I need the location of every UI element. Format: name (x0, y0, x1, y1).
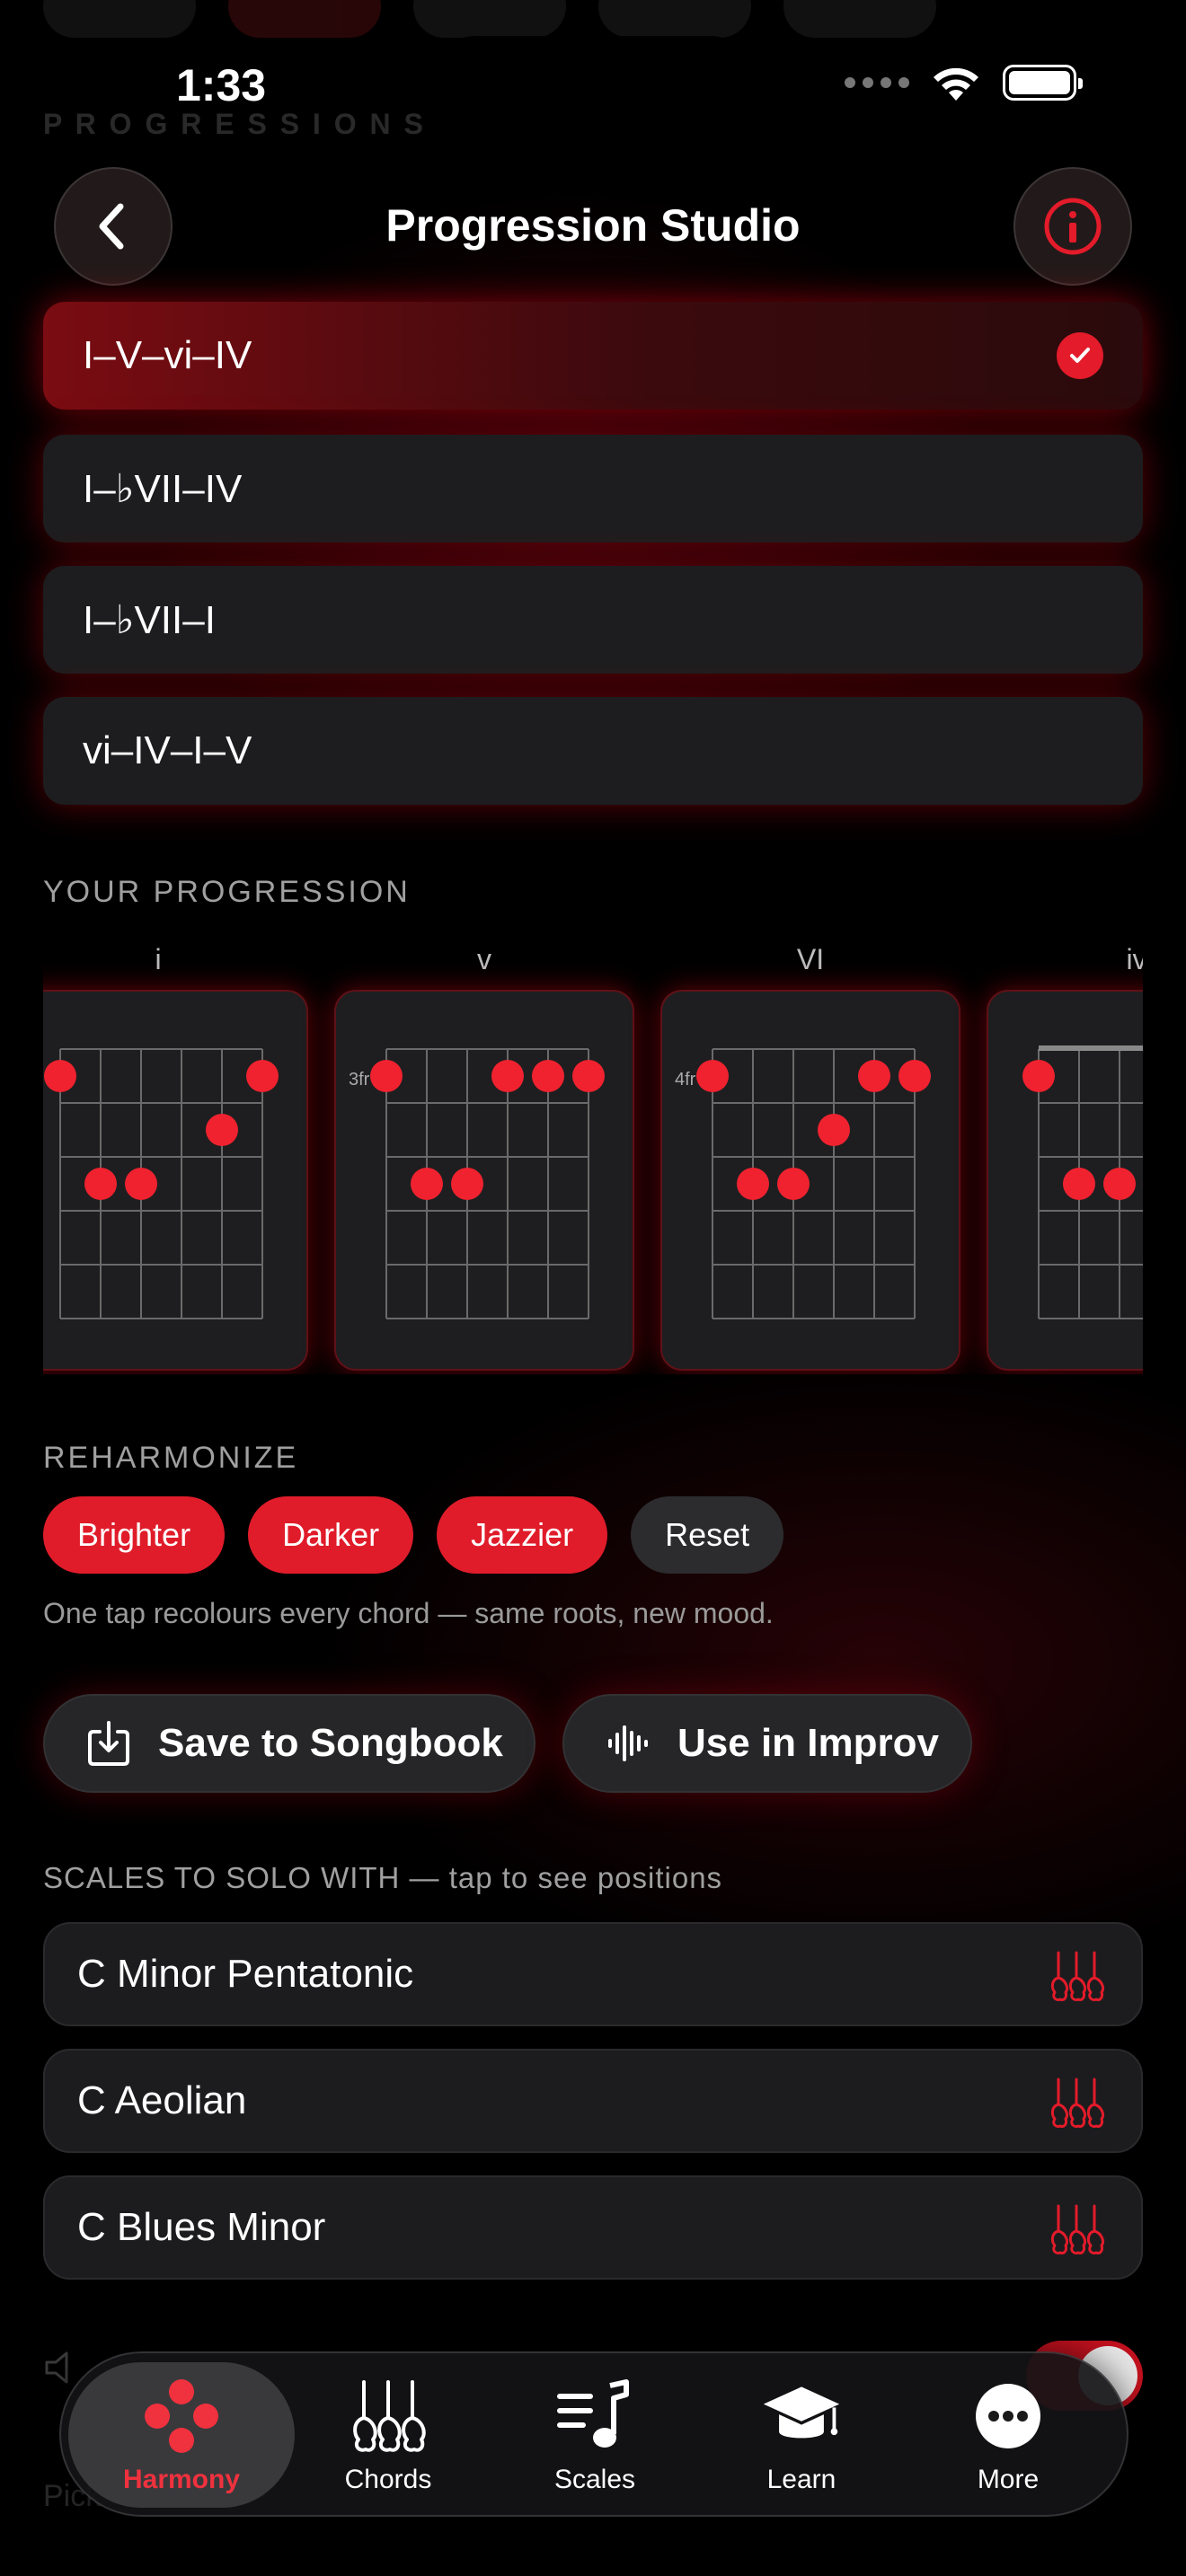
reset-button[interactable]: Reset (631, 1496, 784, 1574)
tab-label: Learn (766, 2465, 836, 2494)
jazzier-button[interactable]: Jazzier (437, 1496, 608, 1574)
guitars-icon (1050, 2078, 1105, 2128)
your-progression-label: YOUR PROGRESSION (43, 875, 411, 909)
scales-label: SCALES TO SOLO WITH — tap to see positio… (43, 1861, 723, 1894)
fret-label: 3fr (349, 1070, 370, 1090)
progression-option[interactable]: I–♭VII–IV (43, 435, 1143, 543)
reharmonize-label: REHARMONIZE (43, 1441, 299, 1475)
battery-icon (1003, 65, 1083, 101)
chord-diagram-card[interactable] (987, 990, 1143, 1371)
scale-name: C Minor Pentatonic (77, 1952, 414, 1996)
cellular-icon (845, 77, 909, 88)
scale-item[interactable]: C Minor Pentatonic (43, 1922, 1143, 2026)
waveform-icon (608, 1725, 648, 1761)
tab-label: Chords (344, 2465, 432, 2494)
chord-diagram-card[interactable]: 4fr (660, 990, 960, 1371)
finger-dot (370, 1060, 403, 1092)
progression-label: I–♭VII–I (83, 597, 216, 642)
reharmonize-note: One tap recolours every chord — same roo… (43, 1597, 774, 1629)
more-icon (967, 2375, 1049, 2457)
save-label: Save to Songbook (158, 1721, 503, 1765)
fret-label: 4fr (675, 1070, 696, 1090)
finger-dot (451, 1168, 483, 1200)
finger-dot (1103, 1168, 1136, 1200)
brighter-button[interactable]: Brighter (43, 1496, 226, 1574)
finger-dot (411, 1168, 443, 1200)
reharmonize-buttons: Brighter Darker Jazzier Reset (43, 1496, 784, 1574)
use-in-improv-button[interactable]: Use in Improv (562, 1694, 972, 1793)
scale-item[interactable]: C Blues Minor (43, 2175, 1143, 2280)
info-button[interactable] (1013, 167, 1132, 286)
chord-carousel[interactable]: i v 3fr VI 4fr iv (43, 934, 1143, 1374)
learn-icon (760, 2375, 843, 2457)
finger-dot (898, 1060, 931, 1092)
finger-dot (246, 1060, 279, 1092)
chords-icon (347, 2375, 429, 2457)
tab-chords[interactable]: Chords (275, 2362, 501, 2508)
finger-dot (84, 1168, 117, 1200)
tab-label: Scales (553, 2465, 636, 2494)
status-icons (845, 63, 1083, 102)
tab-more[interactable]: More (895, 2362, 1121, 2508)
finger-dot (696, 1060, 729, 1092)
chord-diagram: 4fr (675, 1048, 931, 1319)
status-time: 1:33 (176, 60, 267, 110)
finger-dot (572, 1060, 605, 1092)
chord-name: iv (1126, 943, 1143, 975)
darker-button[interactable]: Darker (248, 1496, 414, 1574)
finger-dot (532, 1060, 564, 1092)
chord-name: v (477, 943, 491, 975)
progression-label: I–V–vi–IV (83, 333, 252, 377)
tab-label: Harmony (122, 2465, 241, 2494)
download-icon (88, 1721, 129, 1766)
guitars-icon (1050, 2204, 1105, 2254)
scales-icon (553, 2375, 636, 2457)
page-title: Progression Studio (385, 200, 801, 251)
chord-name: VI (796, 943, 825, 975)
finger-dot (44, 1060, 76, 1092)
progression-label: I–♭VII–IV (83, 466, 243, 511)
scale-item[interactable]: C Aeolian (43, 2049, 1143, 2153)
chord-diagram: 3fr (349, 1048, 605, 1319)
scale-name: C Aeolian (77, 2078, 247, 2122)
finger-dot (858, 1060, 890, 1092)
finger-dot (206, 1114, 238, 1146)
guitars-icon (1050, 1951, 1105, 2001)
scrolled-section-label: P R O G R E S S I O N S (43, 108, 426, 140)
chord-diagram-card[interactable]: 3fr (334, 990, 634, 1371)
scrolled-chips (43, 0, 936, 38)
chord-diagram-card[interactable] (43, 990, 308, 1371)
tab-label: More (977, 2465, 1040, 2494)
chord-diagram (1022, 1045, 1143, 1319)
chord-diagram (44, 1048, 279, 1319)
scale-name: C Blues Minor (77, 2205, 326, 2249)
progression-label: vi–IV–I–V (83, 728, 252, 772)
finger-dot (737, 1168, 769, 1200)
checkmark-icon (1057, 332, 1103, 379)
tab-bar: Harmony Chords Scales Learn More (59, 2351, 1128, 2517)
finger-dot (818, 1114, 850, 1146)
chord-name: i (155, 943, 162, 975)
tab-scales[interactable]: Scales (482, 2362, 708, 2508)
finger-dot (1063, 1168, 1095, 1200)
progression-option[interactable]: I–V–vi–IV (43, 302, 1143, 410)
tab-learn[interactable]: Learn (688, 2362, 915, 2508)
dynamic-island (426, 36, 760, 137)
progression-option[interactable]: vi–IV–I–V (43, 697, 1143, 805)
improv-label: Use in Improv (677, 1721, 939, 1765)
harmony-icon (140, 2375, 223, 2457)
finger-dot (1022, 1060, 1055, 1092)
progression-option[interactable]: I–♭VII–I (43, 566, 1143, 674)
finger-dot (777, 1168, 810, 1200)
finger-dot (125, 1168, 157, 1200)
info-icon (1044, 198, 1102, 255)
tab-harmony[interactable]: Harmony (68, 2362, 295, 2508)
wifi-icon (934, 67, 978, 101)
save-to-songbook-button[interactable]: Save to Songbook (43, 1694, 535, 1793)
finger-dot (491, 1060, 524, 1092)
